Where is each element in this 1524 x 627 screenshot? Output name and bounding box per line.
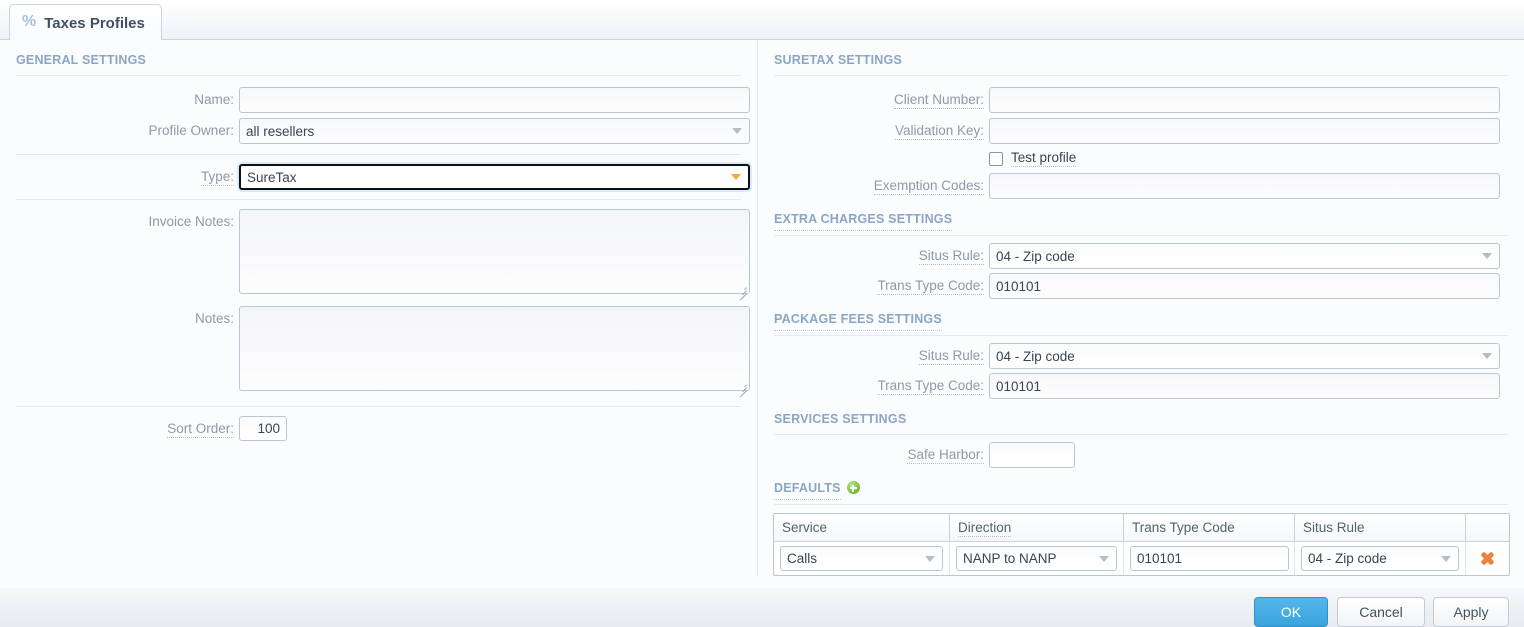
chevron-down-icon (732, 128, 742, 134)
chevron-down-icon (1099, 555, 1109, 562)
profile-owner-select[interactable]: all resellers (239, 118, 750, 144)
invoice-notes-textarea[interactable] (239, 209, 750, 294)
field-row-profile-owner: Profile Owner: all resellers (0, 118, 757, 144)
row-service-value: Calls (787, 551, 818, 566)
row-situs-rule-value: 04 - Zip code (1308, 551, 1387, 566)
name-input[interactable] (239, 87, 750, 113)
delete-row-icon[interactable] (1479, 550, 1496, 567)
section-services-settings: SERVICES SETTINGS (774, 412, 907, 426)
section-extra-charges-settings: EXTRA CHARGES SETTINGS (774, 212, 953, 231)
package-trans-type-code-input[interactable] (989, 373, 1500, 399)
chevron-down-icon (1482, 253, 1492, 259)
defaults-table: Service Direction Trans Type Code Situs … (773, 513, 1510, 576)
validation-key-input[interactable] (989, 118, 1500, 144)
row-direction-value: NANP to NANP (963, 551, 1057, 566)
column-header-situs-rule: Situs Rule (1295, 514, 1466, 541)
right-panel: SURETAX SETTINGS Client Number: Validati… (758, 40, 1524, 576)
safe-harbor-input[interactable] (989, 442, 1075, 468)
section-rule (774, 434, 1508, 435)
notes-label: Notes: (194, 311, 234, 326)
chevron-down-icon (731, 174, 741, 180)
section-rule (774, 335, 1508, 336)
row-situs-rule-select[interactable]: 04 - Zip code (1301, 546, 1459, 571)
extra-situs-rule-label: Situs Rule: (918, 248, 984, 265)
defaults-table-header: Service Direction Trans Type Code Situs … (774, 514, 1509, 541)
tab-label: Taxes Profiles (44, 14, 145, 32)
column-header-service: Service (774, 514, 950, 541)
row-direction-select[interactable]: NANP to NANP (956, 546, 1117, 571)
section-general-settings: GENERAL SETTINGS (16, 53, 147, 67)
chevron-down-icon (1482, 353, 1492, 359)
dialog-footer: OK Cancel Apply (0, 588, 1524, 627)
field-row-client-number: Client Number: (758, 87, 1524, 113)
section-defaults: DEFAULTS (774, 481, 841, 500)
client-number-label: Client Number: (893, 92, 984, 109)
field-row-notes: Notes: (0, 306, 757, 398)
apply-button[interactable]: Apply (1433, 597, 1509, 627)
field-row-name: Name: (0, 87, 757, 113)
package-situs-rule-label: Situs Rule: (918, 348, 984, 365)
profile-owner-value: all resellers (246, 123, 315, 139)
section-rule (774, 75, 1508, 76)
percent-icon: % (22, 13, 37, 30)
section-package-fees-settings: PACKAGE FEES SETTINGS (774, 312, 942, 331)
field-row-extra-situs-rule: Situs Rule: 04 - Zip code (758, 243, 1524, 269)
extra-trans-type-code-label: Trans Type Code: (877, 278, 984, 295)
name-label: Name: (194, 92, 234, 107)
chevron-down-icon (1441, 555, 1451, 562)
type-label: Type: (200, 169, 234, 186)
left-panel: GENERAL SETTINGS Name: Profile Owner: al… (0, 40, 757, 441)
notes-textarea[interactable] (239, 306, 750, 391)
profile-owner-label: Profile Owner: (148, 123, 234, 138)
field-row-package-situs-rule: Situs Rule: 04 - Zip code (758, 343, 1524, 369)
type-select[interactable]: SureTax (239, 164, 750, 190)
invoice-notes-label: Invoice Notes: (148, 214, 234, 229)
test-profile-checkbox[interactable] (989, 151, 1003, 166)
column-header-trans-type-code: Trans Type Code (1124, 514, 1295, 541)
row-service-select[interactable]: Calls (780, 546, 943, 571)
row-trans-type-code-input[interactable] (1130, 546, 1289, 571)
chevron-down-icon (925, 555, 935, 562)
column-header-direction: Direction (950, 514, 1124, 541)
field-row-type: Type: SureTax (0, 164, 757, 190)
field-row-test-profile: Test profile (758, 150, 1524, 167)
section-suretax-settings: SURETAX SETTINGS (774, 53, 902, 67)
field-row-validation-key: Validation Key: (758, 118, 1524, 144)
tab-taxes-profiles[interactable]: % Taxes Profiles (9, 4, 162, 41)
ok-button[interactable]: OK (1254, 597, 1328, 627)
section-rule (774, 235, 1508, 236)
exemption-codes-input[interactable] (989, 173, 1500, 199)
divider-after-profile-owner (16, 154, 741, 155)
exemption-codes-label: Exemption Codes: (873, 178, 984, 195)
package-situs-rule-select[interactable]: 04 - Zip code (989, 343, 1500, 369)
extra-trans-type-code-input[interactable] (989, 273, 1500, 299)
column-header-actions (1466, 514, 1509, 541)
divider-before-sort-order (16, 406, 741, 407)
client-number-input[interactable] (989, 87, 1500, 113)
safe-harbor-label: Safe Harbor: (907, 447, 984, 464)
section-rule (16, 75, 741, 76)
cancel-button[interactable]: Cancel (1337, 597, 1425, 627)
field-row-safe-harbor: Safe Harbor: (758, 442, 1524, 468)
package-trans-type-code-label: Trans Type Code: (877, 378, 984, 395)
sort-order-label: Sort Order: (167, 421, 234, 438)
test-profile-label: Test profile (1011, 150, 1077, 167)
field-row-sort-order: Sort Order: (0, 416, 757, 441)
add-row-icon[interactable] (846, 481, 860, 494)
field-row-extra-trans-type-code: Trans Type Code: (758, 273, 1524, 299)
section-rule (774, 504, 1508, 505)
validation-key-label: Validation Key: (894, 123, 984, 140)
form-body: GENERAL SETTINGS Name: Profile Owner: al… (0, 40, 1524, 588)
field-row-invoice-notes: Invoice Notes: (0, 209, 757, 301)
type-value: SureTax (247, 169, 297, 185)
extra-situs-rule-select[interactable]: 04 - Zip code (989, 243, 1500, 269)
package-situs-rule-value: 04 - Zip code (996, 348, 1075, 364)
field-row-exemption-codes: Exemption Codes: (758, 173, 1524, 199)
table-row: Calls NANP to NANP 010101 04 - Zip code (774, 541, 1509, 575)
divider-after-type (16, 199, 741, 200)
extra-situs-rule-value: 04 - Zip code (996, 248, 1075, 264)
sort-order-input[interactable] (239, 416, 287, 441)
field-row-package-trans-type-code: Trans Type Code: (758, 373, 1524, 399)
tab-bar: % Taxes Profiles (0, 0, 1524, 41)
